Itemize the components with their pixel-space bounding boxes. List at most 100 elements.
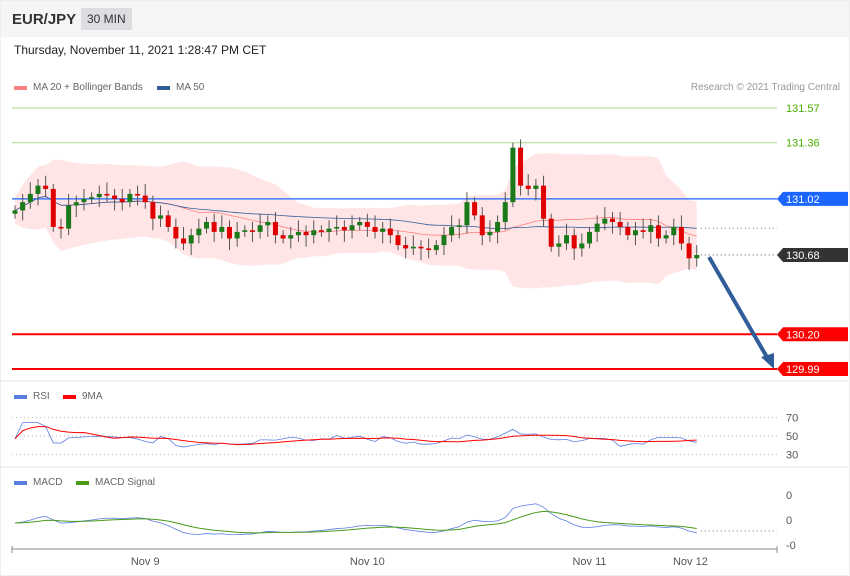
candle-body: [556, 243, 562, 247]
candle-body: [311, 230, 317, 236]
candle-body: [502, 202, 508, 222]
candle-body: [564, 235, 570, 244]
candle-body: [518, 147, 524, 186]
candle-body: [533, 185, 539, 189]
candle-body: [587, 231, 592, 244]
candle-body: [20, 202, 26, 211]
candle-body: [678, 226, 684, 244]
candle-body: [211, 221, 217, 232]
candle-body: [479, 215, 485, 236]
candle-body: [372, 226, 378, 232]
rsi-9ma-line: [14, 426, 697, 446]
macd-tick: 0: [786, 515, 792, 527]
candle-body: [127, 193, 133, 203]
candle-body: [204, 221, 209, 229]
candle-body: [318, 230, 324, 232]
candle-body: [602, 218, 608, 224]
x-tick-label: Nov 9: [131, 556, 160, 568]
candle-body: [43, 185, 49, 189]
candle-body: [35, 185, 41, 194]
rsi-line: [14, 422, 697, 448]
candle-body: [280, 235, 286, 239]
candle-body: [142, 195, 148, 203]
candle-body: [334, 226, 340, 229]
candle-body: [150, 202, 156, 219]
candle-body: [441, 235, 447, 246]
candle-body: [433, 245, 439, 251]
candle-body: [242, 230, 248, 232]
candle-body: [655, 225, 661, 239]
resistance-label: 131.36: [786, 138, 820, 150]
candle-body: [249, 230, 255, 232]
candle-body: [219, 226, 225, 232]
candle-body: [686, 243, 692, 259]
candle-body: [81, 198, 87, 203]
candle-body: [341, 226, 347, 231]
candle-body: [326, 228, 332, 232]
candle-body: [96, 193, 102, 198]
candle-body: [387, 228, 393, 236]
candle-body: [449, 226, 455, 236]
candle-body: [548, 218, 554, 247]
candle-body: [50, 188, 56, 227]
candle-body: [594, 223, 600, 232]
chart-widget: EUR/JPY 30 MIN Thursday, November 11, 20…: [0, 0, 850, 576]
candle-body: [357, 221, 363, 226]
candle-body: [265, 221, 271, 226]
candle-body: [541, 185, 547, 219]
last-label: 130.68: [786, 250, 820, 262]
candle-body: [648, 225, 654, 232]
candle-body: [495, 221, 501, 232]
resistance-label: 131.57: [786, 103, 820, 115]
candle-body: [510, 147, 516, 203]
candle-body: [196, 228, 202, 236]
candle-body: [165, 215, 171, 227]
candle-body: [295, 231, 301, 236]
candle-body: [617, 221, 623, 227]
candle-body: [288, 235, 294, 239]
candle-body: [364, 221, 370, 227]
rsi-tick: 50: [786, 431, 798, 443]
support2-label: 129.99: [786, 364, 820, 376]
candle-body: [472, 202, 478, 216]
candle-body: [380, 228, 386, 232]
candle-body: [89, 197, 95, 199]
macd-signal-line: [14, 510, 697, 534]
candle-body: [403, 245, 409, 249]
forecast-arrowhead: [761, 353, 774, 369]
support1-label: 130.20: [786, 329, 820, 341]
candle-body: [135, 193, 141, 196]
candle-body: [640, 230, 646, 232]
candle-body: [173, 226, 179, 239]
candle-body: [349, 225, 355, 231]
candle-body: [487, 231, 493, 236]
candle-body: [426, 248, 432, 251]
forecast-arrow: [707, 256, 770, 361]
candle-body: [303, 231, 309, 236]
candle-body: [418, 246, 424, 249]
candle-body: [632, 230, 638, 236]
x-tick-label: Nov 11: [572, 556, 606, 568]
candle-body: [571, 235, 577, 249]
candle-body: [104, 193, 110, 196]
candle-body: [12, 210, 18, 214]
candle-body: [395, 235, 401, 246]
candle-body: [663, 235, 669, 239]
candle-body: [27, 193, 33, 203]
x-tick-label: Nov 10: [350, 556, 385, 568]
candle-body: [671, 226, 677, 236]
rsi-tick: 70: [786, 413, 798, 425]
macd-tick: -0: [786, 540, 796, 552]
candle-body: [456, 225, 462, 227]
candle-body: [119, 198, 125, 203]
candle-body: [257, 225, 263, 232]
x-tick-label: Nov 12: [673, 556, 708, 568]
pivot-label: 131.02: [786, 194, 820, 206]
candle-body: [188, 235, 194, 244]
chart-canvas[interactable]: 131.57 131.36 131.02 130.68 130.20 129.99 70 50…: [1, 1, 850, 576]
macd-tick: 0: [786, 490, 792, 502]
candle-body: [58, 226, 64, 229]
candle-body: [226, 226, 232, 239]
candle-body: [66, 205, 72, 229]
candle-body: [525, 185, 531, 189]
